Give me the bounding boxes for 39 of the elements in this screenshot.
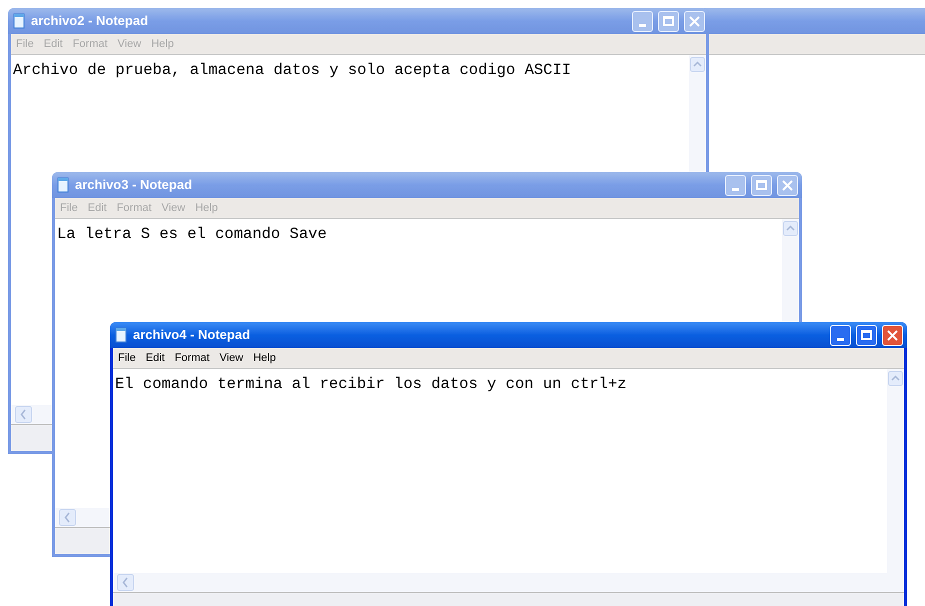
close-button[interactable]: [777, 174, 798, 196]
maximize-button[interactable]: [658, 10, 679, 32]
minimize-button[interactable]: [725, 174, 746, 196]
notepad-icon: [12, 13, 26, 29]
document-text[interactable]: La letra S es el comando Save: [57, 225, 327, 243]
menu-item[interactable]: Help: [253, 350, 276, 366]
close-icon: [887, 330, 898, 340]
menu-item[interactable]: Edit: [44, 36, 63, 52]
menu-item[interactable]: Help: [151, 36, 174, 52]
menu-item[interactable]: File: [118, 350, 136, 366]
menu-item[interactable]: Format: [72, 36, 108, 52]
window-title: archivo4 - Notepad: [133, 326, 250, 344]
minimize-button[interactable]: [632, 10, 653, 32]
close-icon: [689, 16, 700, 26]
menu-item[interactable]: View: [220, 350, 244, 366]
menu-item[interactable]: File: [16, 36, 34, 52]
menu-item[interactable]: Format: [174, 350, 210, 366]
maximize-button[interactable]: [751, 174, 772, 196]
scroll-left-icon[interactable]: [117, 574, 134, 591]
menu-item[interactable]: Format: [116, 200, 152, 216]
notepad-icon: [114, 327, 128, 343]
scroll-up-icon[interactable]: [888, 371, 903, 386]
menu-item[interactable]: View: [162, 200, 186, 216]
menu-item[interactable]: Help: [195, 200, 218, 216]
scroll-left-icon[interactable]: [59, 509, 76, 526]
notepad-icon: [56, 177, 70, 193]
document-text[interactable]: Archivo de prueba, almacena datos y solo acepta codigo ASCII: [13, 61, 572, 79]
menu-item[interactable]: File: [60, 200, 78, 216]
close-button[interactable]: [684, 10, 705, 32]
document-text[interactable]: El comando termina al recibir los datos y con un ctrl+z: [115, 375, 627, 393]
close-icon: [782, 180, 793, 190]
menu-item[interactable]: View: [118, 36, 142, 52]
window-title: archivo2 - Notepad: [31, 12, 148, 30]
scroll-up-icon[interactable]: [690, 57, 705, 72]
scroll-up-icon[interactable]: [783, 221, 798, 236]
window-title: archivo3 - Notepad: [75, 176, 192, 194]
scroll-left-icon[interactable]: [15, 406, 32, 423]
menu-item[interactable]: Edit: [88, 200, 107, 216]
menu-item[interactable]: Edit: [146, 350, 165, 366]
